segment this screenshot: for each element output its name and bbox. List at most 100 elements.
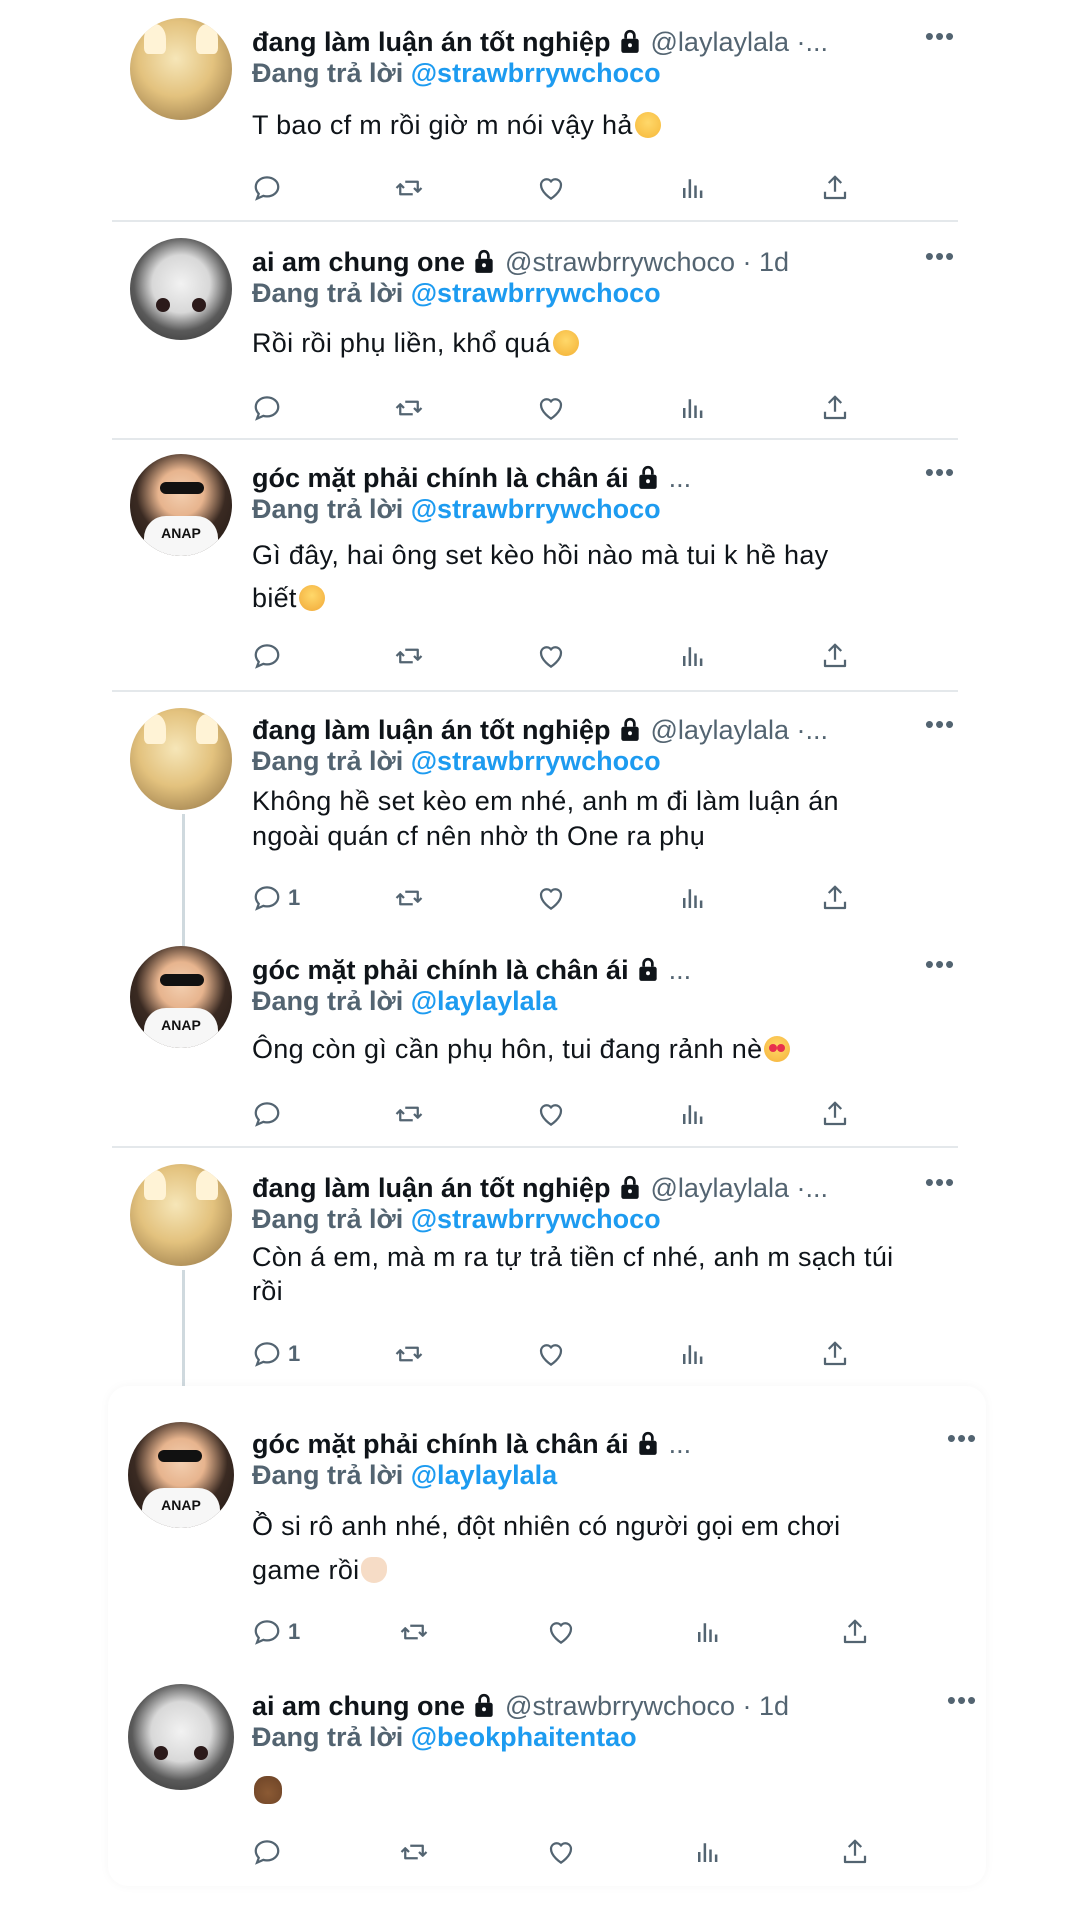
views-button[interactable] [678,638,708,674]
views-button[interactable] [678,1336,708,1372]
like-button[interactable] [536,170,566,206]
tweet[interactable]: đang làm luận án tốt nghiệp @laylaylala … [112,692,958,928]
views-icon [683,399,703,418]
tweet[interactable]: ANAP góc mặt phải chính là chân ái ... •… [112,932,958,1148]
handle[interactable]: ... [669,1429,692,1460]
mention-link[interactable]: @laylaylala [411,986,557,1016]
tweet[interactable]: đang làm luận án tốt nghiệp @laylaylala … [112,1150,958,1386]
handle[interactable]: @strawbrrywchoco · 1d [505,1691,789,1722]
retweet-button[interactable] [394,390,424,426]
views-button[interactable] [678,170,708,206]
handle[interactable]: ... [669,463,692,494]
display-name[interactable]: ai am chung one [252,247,465,278]
retweet-button[interactable] [394,1336,424,1372]
share-button[interactable] [840,1834,870,1870]
reply-button[interactable] [252,390,288,426]
views-button[interactable] [693,1614,723,1650]
avatar[interactable] [130,18,232,120]
more-icon[interactable]: ••• [922,951,958,982]
avatar[interactable] [128,1684,234,1790]
retweet-button[interactable] [399,1834,429,1870]
tweet-header: đang làm luận án tốt nghiệp @laylaylala … [252,712,958,748]
retweet-button[interactable] [394,1096,424,1132]
more-icon[interactable]: ••• [922,459,958,490]
tweet[interactable]: ANAP góc mặt phải chính là chân ái ... •… [108,1404,986,1664]
views-button[interactable] [678,1096,708,1132]
replying-to: Đang trả lời @laylaylala [252,1460,557,1491]
like-button[interactable] [536,1096,566,1132]
display-name[interactable]: góc mặt phải chính là chân ái [252,463,629,494]
like-button[interactable] [536,638,566,674]
share-button[interactable] [820,880,850,916]
more-icon[interactable]: ••• [922,243,958,274]
like-button[interactable] [536,390,566,426]
reply-button[interactable] [252,1834,288,1870]
more-icon[interactable]: ••• [922,711,958,742]
share-button[interactable] [820,1336,850,1372]
handle[interactable]: ... [669,955,692,986]
waving-hand-emoji [361,1557,388,1583]
display-name[interactable]: đang làm luận án tốt nghiệp [252,1173,611,1204]
display-name[interactable]: góc mặt phải chính là chân ái [252,1429,629,1460]
retweet-button[interactable] [394,170,424,206]
reply-button[interactable] [252,638,288,674]
tweet[interactable]: ai am chung one @strawbrrywchoco · 1d ••… [108,1666,986,1886]
share-button[interactable] [820,638,850,674]
mention-link[interactable]: @strawbrrywchoco [411,58,661,88]
mention-link[interactable]: @strawbrrywchoco [411,746,661,776]
reply-button[interactable]: 1 [252,880,300,916]
like-icon [549,1842,573,1864]
tweet[interactable]: đang làm luận án tốt nghiệp @laylaylala … [112,0,958,222]
reply-button[interactable]: 1 [252,1336,300,1372]
more-icon[interactable]: ••• [922,23,958,54]
tweet[interactable]: ANAP góc mặt phải chính là chân ái ... •… [112,440,958,692]
like-button[interactable] [546,1614,576,1650]
display-name[interactable]: ai am chung one [252,1691,465,1722]
like-button[interactable] [536,880,566,916]
views-button[interactable] [678,880,708,916]
mention-link[interactable]: @strawbrrywchoco [411,1204,661,1234]
action-bar [252,170,958,206]
views-button[interactable] [693,1834,723,1870]
mention-link[interactable]: @strawbrrywchoco [411,278,661,308]
retweet-button[interactable] [394,880,424,916]
handle[interactable]: @laylaylala ·... [651,715,828,746]
mention-link[interactable]: @laylaylala [411,1460,557,1490]
share-button[interactable] [840,1614,870,1650]
more-icon[interactable]: ••• [944,1425,980,1456]
more-icon[interactable]: ••• [922,1169,958,1200]
avatar[interactable]: ANAP [128,1422,234,1528]
views-button[interactable] [678,390,708,426]
share-button[interactable] [820,390,850,426]
display-name[interactable]: góc mặt phải chính là chân ái [252,955,629,986]
retweet-button[interactable] [394,638,424,674]
tweet[interactable]: ai am chung one @strawbrrywchoco · 1d ••… [112,222,958,440]
display-name[interactable]: đang làm luận án tốt nghiệp [252,27,611,58]
mention-link[interactable]: @beokphaitentao [411,1722,637,1752]
mention-link[interactable]: @strawbrrywchoco [411,494,661,524]
share-button[interactable] [820,1096,850,1132]
share-button[interactable] [820,170,850,206]
avatar[interactable] [130,708,232,810]
avatar[interactable]: ANAP [130,454,232,556]
like-button[interactable] [536,1336,566,1372]
views-icon [683,1345,703,1364]
avatar[interactable]: ANAP [130,946,232,1048]
tweet-header: góc mặt phải chính là chân ái ... [252,1426,986,1462]
like-icon [539,1344,563,1366]
share-icon [823,175,847,200]
retweet-button[interactable] [399,1614,429,1650]
reply-button[interactable] [252,1096,288,1132]
reply-button[interactable] [252,170,288,206]
reply-button[interactable]: 1 [252,1614,300,1650]
display-name[interactable]: đang làm luận án tốt nghiệp [252,715,611,746]
handle[interactable]: @laylaylala ·... [651,1173,828,1204]
handle[interactable]: @strawbrrywchoco · 1d [505,247,789,278]
avatar[interactable] [130,1164,232,1266]
more-icon[interactable]: ••• [944,1687,980,1718]
handle[interactable]: @laylaylala ·... [651,27,828,58]
tweet-body: Ông còn gì cần phụ hôn, tui đang rảnh nè [252,1034,763,1064]
like-icon [549,1622,573,1644]
avatar[interactable] [130,238,232,340]
like-button[interactable] [546,1834,576,1870]
